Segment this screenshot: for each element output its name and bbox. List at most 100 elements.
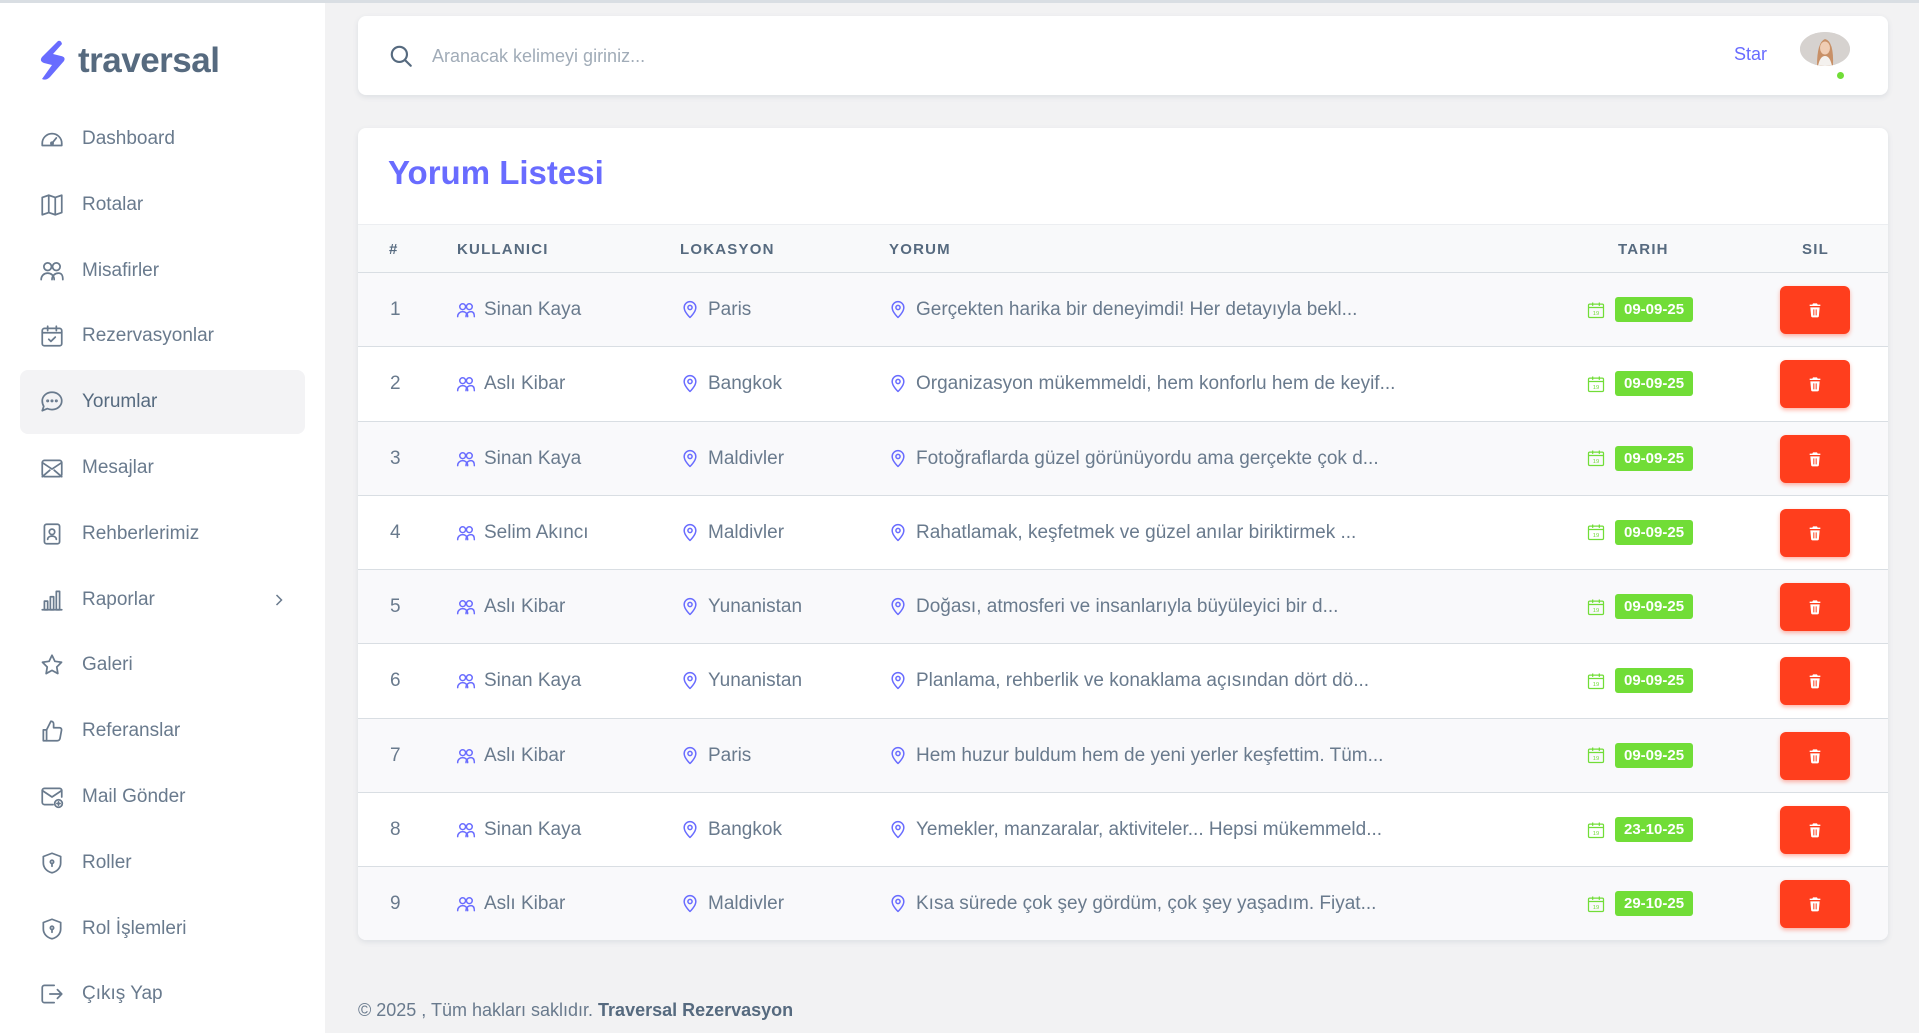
delete-button[interactable] <box>1780 286 1850 334</box>
users-icon <box>38 257 66 285</box>
comment-cell: Yemekler, manzaralar, aktiviteler... Hep… <box>888 819 1382 841</box>
delete-button[interactable] <box>1780 880 1850 929</box>
delete-button[interactable] <box>1780 731 1850 780</box>
svg-text:19: 19 <box>1593 385 1599 391</box>
comments-table: # KULLANICI LOKASYON YORUM TARIH SIL 1 Si… <box>358 224 1888 940</box>
delete-button[interactable] <box>1780 434 1850 483</box>
sidebar-item-dashboard[interactable]: Dashboard <box>20 107 305 171</box>
dashboard-icon <box>38 125 66 153</box>
sidebar-item-misafirler[interactable]: Misafirler <box>20 239 305 303</box>
logout-icon <box>38 980 66 1008</box>
calendar-check-icon <box>38 322 66 350</box>
location-name: Bangkok <box>708 373 782 395</box>
online-status-dot <box>1835 70 1846 81</box>
comments-card: Yorum Listesi # KULLANICI LOKASYON YORUM… <box>358 128 1888 940</box>
chat-icon <box>38 388 66 416</box>
delete-button[interactable] <box>1780 657 1850 706</box>
date-cell: 19 09-09-25 <box>1586 519 1694 545</box>
star-link[interactable]: Star <box>1734 44 1767 65</box>
sidebar-item-yorumlar[interactable]: Yorumlar <box>20 370 305 435</box>
users-icon <box>456 894 476 914</box>
table-row: 3 Sinan Kaya Maldivler Fotoğraflarda güzel … <box>358 421 1888 496</box>
location-pin-icon <box>888 894 908 914</box>
user-name: Sinan Kaya <box>484 447 582 469</box>
sidebar-item-label: Rehberlerimiz <box>82 522 200 544</box>
search-icon[interactable] <box>388 43 414 69</box>
delete-button[interactable] <box>1780 583 1850 632</box>
map-icon <box>38 191 66 219</box>
calendar-icon: 19 <box>1586 448 1606 468</box>
date-cell: 19 09-09-25 <box>1586 668 1694 694</box>
location-pin-icon <box>680 894 700 914</box>
date-badge: 09-09-25 <box>1615 297 1694 322</box>
table-row: 1 Sinan Kaya Paris Gerçekten harika bir den… <box>358 273 1888 348</box>
calendar-icon: 19 <box>1586 745 1606 765</box>
brand-name: traversal <box>78 41 220 80</box>
comment-cell: Fotoğraflarda güzel görünüyordu ama gerç… <box>888 448 1379 470</box>
sidebar-item-rotalar[interactable]: Rotalar <box>20 173 305 237</box>
avatar[interactable] <box>1800 32 1850 66</box>
sidebar-item-label: Dashboard <box>82 128 175 149</box>
sidebar-item-label: Referanslar <box>82 720 181 742</box>
date-badge: 23-10-25 <box>1615 817 1694 843</box>
calendar-icon: 19 <box>1586 300 1606 320</box>
trash-icon <box>1807 525 1823 541</box>
row-number: 6 <box>390 670 401 692</box>
location-pin-icon <box>680 374 700 394</box>
row-number: 3 <box>390 447 401 469</box>
table-row: 7 Aslı Kibar Paris Hem huzur buldum hem de … <box>358 718 1888 794</box>
sidebar-item-label: Misafirler <box>82 259 160 281</box>
users-icon <box>456 597 476 617</box>
id-badge-icon <box>38 520 66 548</box>
delete-button[interactable] <box>1780 806 1850 855</box>
svg-text:19: 19 <box>1593 682 1599 688</box>
sidebar-item-rehberlerimiz[interactable]: Rehberlerimiz <box>20 502 305 566</box>
search-input[interactable] <box>432 38 1132 74</box>
delete-button[interactable] <box>1780 360 1850 409</box>
sidebar-item-mail-gonder[interactable]: Mail Gönder <box>20 765 305 829</box>
footer: © 2025 , Tüm hakları saklıdır. Traversal… <box>358 1000 793 1021</box>
table-row: 5 Aslı Kibar Yunanistan Doğası, atmosferi v… <box>358 570 1888 645</box>
location-pin-icon <box>680 746 700 766</box>
location-cell: Paris <box>680 745 751 767</box>
sidebar-item-galeri[interactable]: Galeri <box>20 633 305 697</box>
comment-cell: Gerçekten harika bir deneyimdi! Her deta… <box>888 299 1357 321</box>
location-cell: Maldivler <box>680 893 784 915</box>
sidebar-item-label: Çıkış Yap <box>82 983 163 1005</box>
column-header-comment: YORUM <box>889 241 951 258</box>
sidebar-item-rezervasyonlar[interactable]: Rezervasyonlar <box>20 304 305 368</box>
sidebar-item-roller[interactable]: Roller <box>20 831 305 895</box>
trash-icon <box>1807 599 1823 615</box>
sidebar-item-cikis-yap[interactable]: Çıkış Yap <box>20 962 305 1026</box>
user-cell: Sinan Kaya <box>456 670 581 692</box>
location-pin-icon <box>680 597 700 617</box>
user-cell: Sinan Kaya <box>456 299 581 321</box>
table-row: 8 Sinan Kaya Bangkok Yemekler, manzaralar, … <box>358 793 1888 868</box>
table-row: 9 Aslı Kibar Maldivler Kısa sürede çok şey … <box>358 867 1888 940</box>
location-pin-icon <box>888 523 908 543</box>
chevron-right-icon[interactable] <box>269 590 289 610</box>
comment-text: Fotoğraflarda güzel görünüyordu ama gerç… <box>916 447 1379 469</box>
sidebar-item-referanslar[interactable]: Referanslar <box>20 699 305 763</box>
location-cell: Yunanistan <box>680 596 802 618</box>
brand[interactable]: traversal <box>36 39 220 83</box>
sidebar-item-rol-islemleri[interactable]: Rol İşlemleri <box>20 897 305 961</box>
user-name: Aslı Kibar <box>484 893 566 915</box>
comment-cell: Doğası, atmosferi ve insanlarıyla büyüle… <box>888 596 1338 618</box>
comment-text: Rahatlamak, keşfetmek ve güzel anılar bi… <box>916 521 1357 543</box>
sidebar-item-raporlar[interactable]: Raporlar <box>20 568 305 632</box>
delete-button[interactable] <box>1780 508 1850 557</box>
comment-text: Hem huzur buldum hem de yeni yerler keşf… <box>916 744 1384 766</box>
shield-icon <box>38 849 66 877</box>
location-name: Bangkok <box>708 819 782 841</box>
star-icon <box>38 651 66 679</box>
trash-icon <box>1807 302 1823 318</box>
page-title: Yorum Listesi <box>388 154 604 191</box>
sidebar-item-label: Raporlar <box>82 588 155 610</box>
trash-icon <box>1807 748 1823 764</box>
date-badge: 09-09-25 <box>1615 445 1694 471</box>
sidebar: traversal Dashboard Rotalar Misafirler R… <box>0 3 325 1033</box>
sidebar-item-mesajlar[interactable]: Mesajlar <box>20 436 305 500</box>
user-name: Sinan Kaya <box>484 670 582 692</box>
user-name: Aslı Kibar <box>484 596 566 618</box>
